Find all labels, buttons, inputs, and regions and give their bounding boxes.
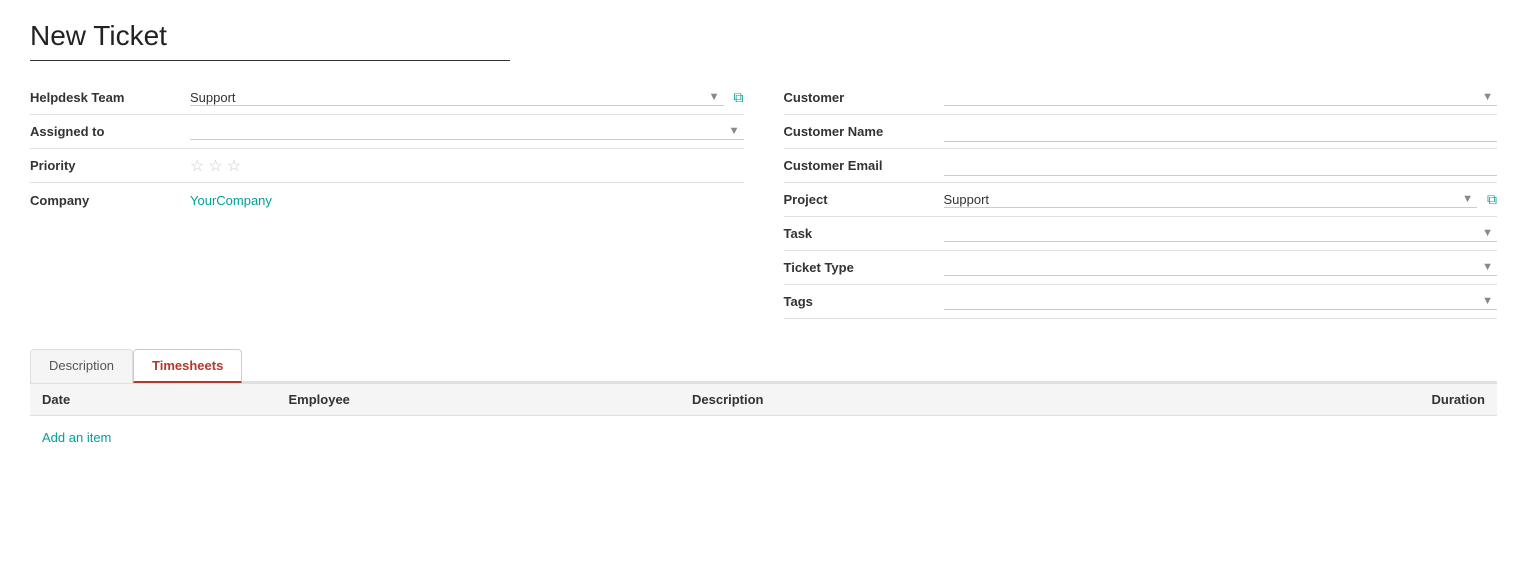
task-row: Task ▼ xyxy=(784,217,1498,251)
priority-row: Priority ☆ ☆ ☆ xyxy=(30,149,744,183)
assigned-to-value: ▼ xyxy=(190,124,744,140)
priority-star-2[interactable]: ☆ xyxy=(208,156,222,176)
company-row: Company YourCompany xyxy=(30,183,744,217)
ticket-type-dropdown-wrap: ▼ xyxy=(944,260,1498,276)
task-label: Task xyxy=(784,226,944,241)
assigned-to-dropdown-wrap: ▼ xyxy=(190,124,744,140)
customer-name-input[interactable] xyxy=(944,122,1498,142)
title-divider xyxy=(30,60,510,61)
ticket-type-select[interactable] xyxy=(944,260,1498,275)
helpdesk-team-select[interactable]: Support xyxy=(190,90,724,105)
customer-name-label: Customer Name xyxy=(784,124,944,139)
tabs-area: Description Timesheets xyxy=(30,349,1497,383)
customer-email-label: Customer Email xyxy=(784,158,944,173)
timesheets-table: Date Employee Description Duration Add a… xyxy=(30,383,1497,453)
priority-star-3[interactable]: ☆ xyxy=(227,156,241,176)
page-title: New Ticket xyxy=(30,20,1497,52)
ticket-type-row: Ticket Type ▼ xyxy=(784,251,1498,285)
add-item-link[interactable]: Add an item xyxy=(42,430,111,445)
tab-timesheets[interactable]: Timesheets xyxy=(133,349,242,383)
priority-star-1[interactable]: ☆ xyxy=(190,156,204,176)
ticket-type-label: Ticket Type xyxy=(784,260,944,275)
tags-label: Tags xyxy=(784,294,944,309)
task-dropdown-wrap: ▼ xyxy=(944,226,1498,242)
tab-description[interactable]: Description xyxy=(30,349,133,383)
project-dropdown-wrap: Support ▼ xyxy=(944,192,1478,208)
add-item-cell: Add an item xyxy=(30,416,1497,454)
task-field: ▼ xyxy=(944,226,1498,242)
helpdesk-team-external-link-icon[interactable]: ⧉ xyxy=(734,89,744,106)
form-right: Customer ▼ Customer Name xyxy=(784,81,1498,319)
helpdesk-team-value: Support ▼ ⧉ xyxy=(190,89,744,106)
priority-label: Priority xyxy=(30,158,190,173)
helpdesk-team-dropdown-wrap: Support ▼ xyxy=(190,90,724,106)
project-field: Support ▼ ⧉ xyxy=(944,191,1498,208)
page-container: New Ticket Helpdesk Team Support ▼ ⧉ xyxy=(0,0,1527,561)
company-link[interactable]: YourCompany xyxy=(190,193,272,208)
customer-name-row: Customer Name xyxy=(784,115,1498,149)
form-grid: Helpdesk Team Support ▼ ⧉ Assigned to xyxy=(30,81,1497,319)
helpdesk-team-row: Helpdesk Team Support ▼ ⧉ xyxy=(30,81,744,115)
content-area: New Ticket Helpdesk Team Support ▼ ⧉ xyxy=(0,0,1527,473)
project-select[interactable]: Support xyxy=(944,192,1478,207)
tags-dropdown-wrap: ▼ xyxy=(944,294,1498,310)
project-row: Project Support ▼ ⧉ xyxy=(784,183,1498,217)
tags-select[interactable] xyxy=(944,294,1498,309)
assigned-to-label: Assigned to xyxy=(30,124,190,139)
tags-field: ▼ xyxy=(944,294,1498,310)
add-item-row: Add an item xyxy=(30,416,1497,454)
customer-email-field xyxy=(944,156,1498,176)
company-value: YourCompany xyxy=(190,193,744,208)
company-label: Company xyxy=(30,193,190,208)
project-external-link-icon[interactable]: ⧉ xyxy=(1487,191,1497,208)
customer-name-field xyxy=(944,122,1498,142)
col-date: Date xyxy=(30,384,277,416)
helpdesk-team-label: Helpdesk Team xyxy=(30,90,190,105)
col-description: Description xyxy=(680,384,1131,416)
customer-email-row: Customer Email xyxy=(784,149,1498,183)
customer-field: ▼ xyxy=(944,90,1498,106)
tags-row: Tags ▼ xyxy=(784,285,1498,319)
form-left: Helpdesk Team Support ▼ ⧉ Assigned to xyxy=(30,81,744,319)
customer-email-input[interactable] xyxy=(944,156,1498,176)
task-select[interactable] xyxy=(944,226,1498,241)
project-inline-dropdown: Support ▼ ⧉ xyxy=(944,191,1498,208)
customer-select[interactable] xyxy=(944,90,1498,105)
table-header-row: Date Employee Description Duration xyxy=(30,384,1497,416)
priority-stars: ☆ ☆ ☆ xyxy=(190,156,241,176)
col-duration: Duration xyxy=(1131,384,1497,416)
assigned-to-row: Assigned to ▼ xyxy=(30,115,744,149)
col-employee: Employee xyxy=(277,384,680,416)
priority-value: ☆ ☆ ☆ xyxy=(190,156,744,176)
ticket-type-field: ▼ xyxy=(944,260,1498,276)
customer-dropdown-wrap: ▼ xyxy=(944,90,1498,106)
assigned-to-select[interactable] xyxy=(190,124,744,139)
customer-row: Customer ▼ xyxy=(784,81,1498,115)
project-label: Project xyxy=(784,192,944,207)
customer-label: Customer xyxy=(784,90,944,105)
